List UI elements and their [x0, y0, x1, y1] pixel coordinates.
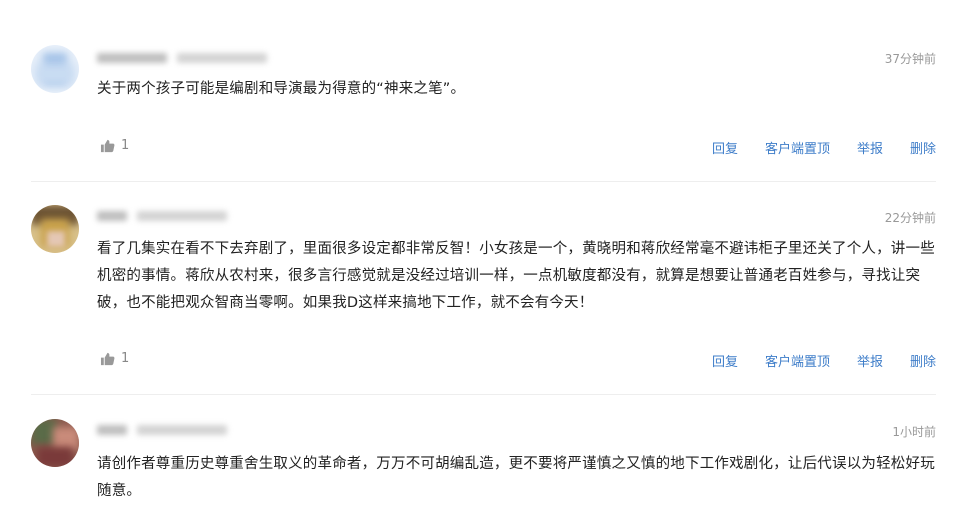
- like-count: 1: [121, 138, 130, 153]
- reply-link[interactable]: 回复: [712, 138, 738, 157]
- avatar[interactable]: [31, 419, 79, 467]
- comment-time: 22分钟前: [884, 211, 936, 225]
- divider: [31, 394, 936, 395]
- comment-time: 37分钟前: [884, 52, 936, 66]
- thumbs-up-icon: [100, 139, 115, 152]
- report-link[interactable]: 举报: [857, 138, 883, 157]
- pin-link[interactable]: 客户端置顶: [765, 351, 830, 370]
- username-blurred[interactable]: [97, 51, 277, 65]
- comment-actions: 1 回复 客户端置顶 举报 删除: [0, 138, 960, 158]
- comment-text: 请创作者尊重历史尊重舍生取义的革命者，万万不可胡编乱造，更不要将严谨慎之又慎的地…: [97, 456, 935, 499]
- delete-link[interactable]: 删除: [910, 138, 936, 157]
- comment-actions: 1 回复 客户端置顶 举报 删除: [0, 351, 960, 371]
- avatar[interactable]: [31, 205, 79, 253]
- like-count: 1: [121, 351, 130, 366]
- comment-text: 看了几集实在看不下去弃剧了，里面很多设定都非常反智！小女孩是一个，黄晓明和蒋欣经…: [97, 241, 935, 311]
- delete-link[interactable]: 删除: [910, 351, 936, 370]
- reply-link[interactable]: 回复: [712, 351, 738, 370]
- username-blurred[interactable]: [97, 209, 277, 223]
- divider: [31, 181, 936, 182]
- thumbs-up-icon: [100, 352, 115, 365]
- username-blurred[interactable]: [97, 423, 277, 437]
- report-link[interactable]: 举报: [857, 351, 883, 370]
- comment-time: 1小时前: [892, 425, 936, 439]
- pin-link[interactable]: 客户端置顶: [765, 138, 830, 157]
- like-button[interactable]: 1: [100, 351, 129, 366]
- like-button[interactable]: 1: [100, 138, 129, 153]
- comment-text: 关于两个孩子可能是编剧和导演最为得意的“神来之笔”。: [97, 81, 466, 97]
- avatar[interactable]: [31, 45, 79, 93]
